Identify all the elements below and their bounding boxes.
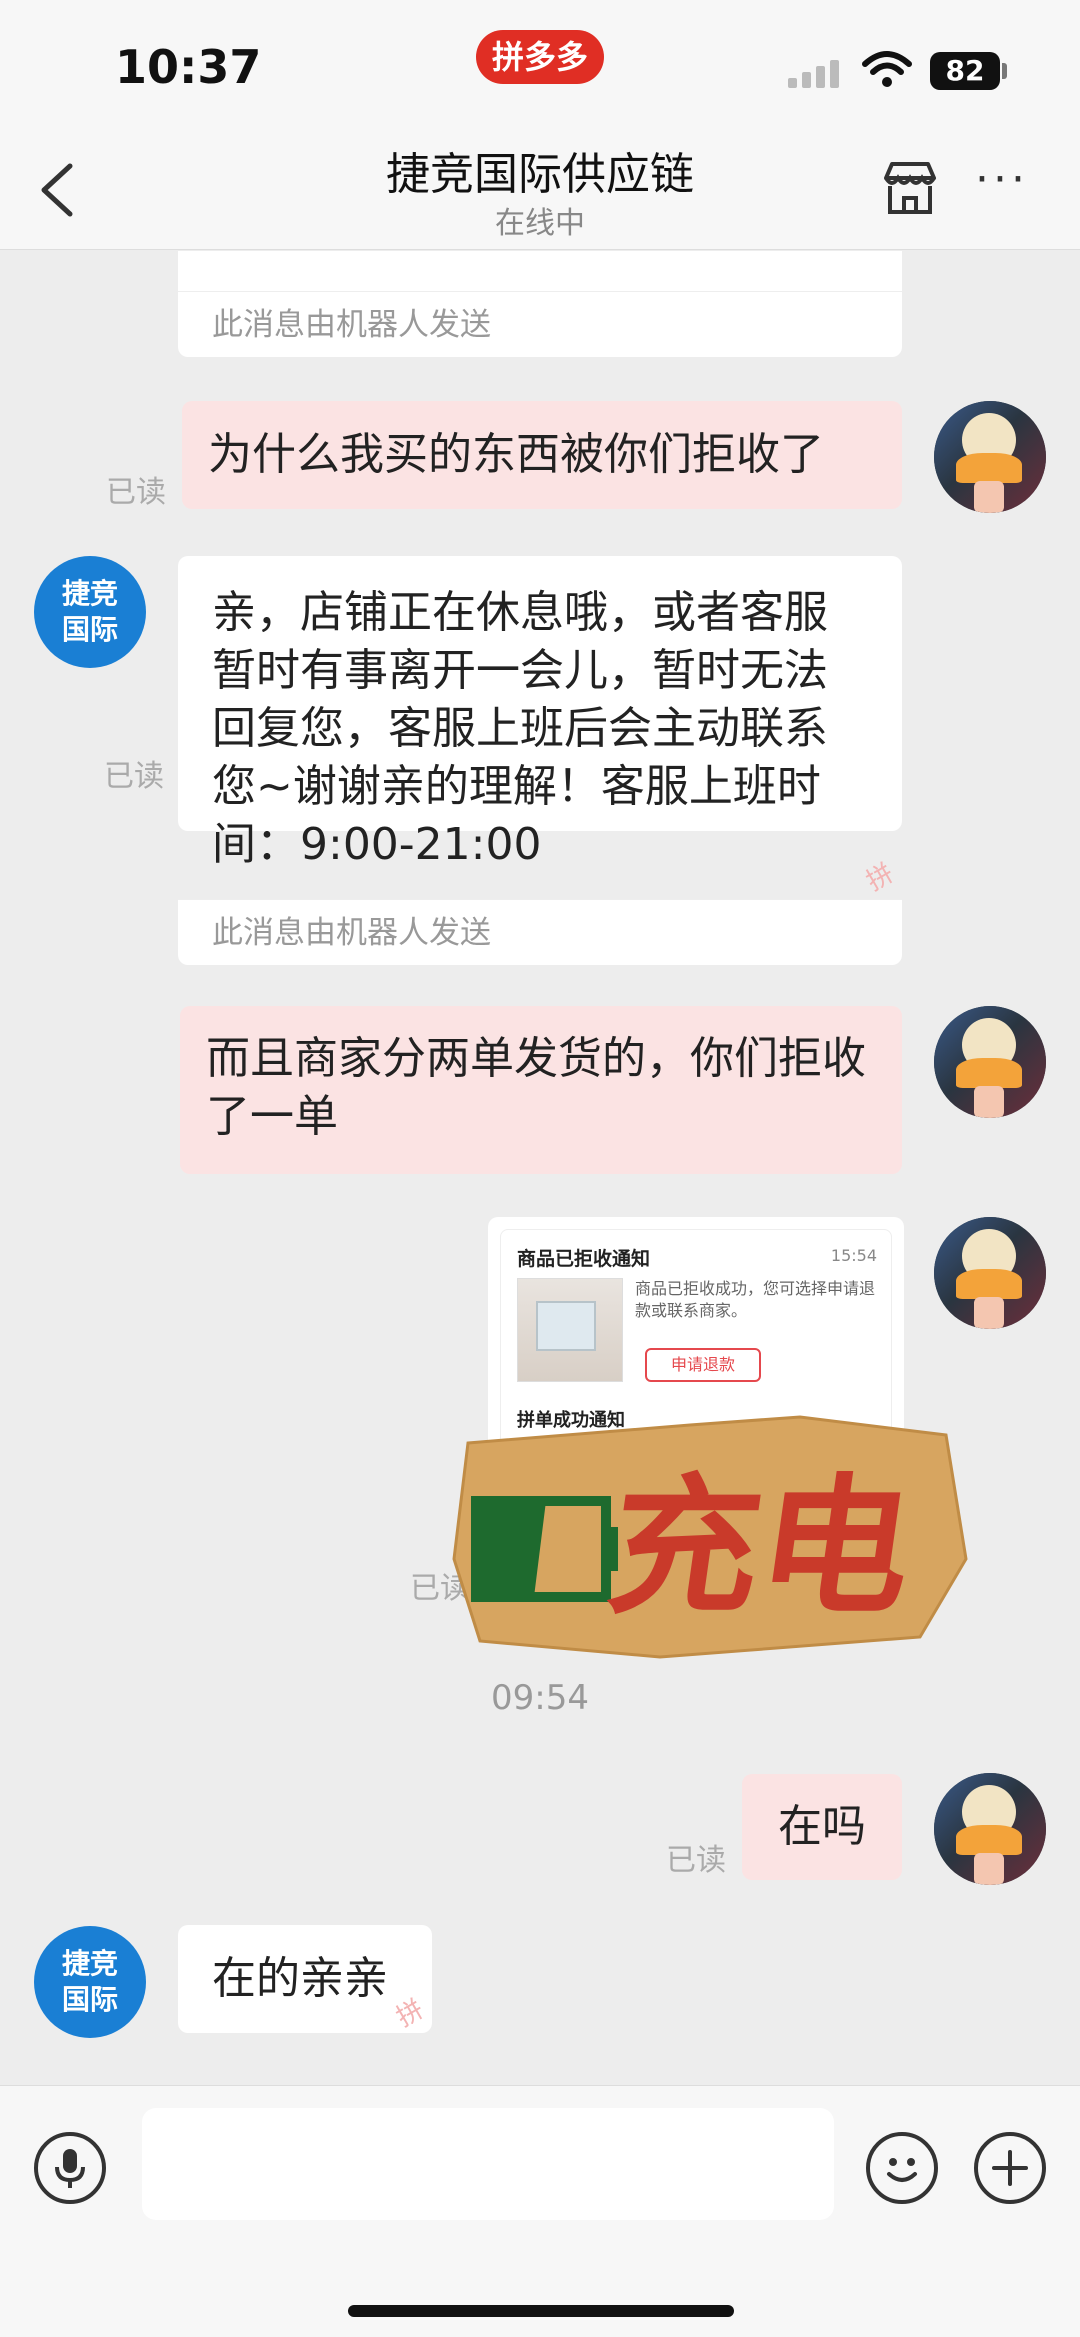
battery-icon: 82 (930, 52, 1000, 90)
message-user[interactable]: 在吗 (742, 1774, 902, 1880)
message-input[interactable] (142, 2108, 834, 2220)
bot-footer: 此消息由机器人发送 (178, 291, 902, 357)
status-bar: 10:37 拼多多 82 (0, 0, 1080, 130)
sticker-text: 充电 (598, 1460, 923, 1635)
card-time: 15:54 (830, 1246, 877, 1265)
user-avatar[interactable] (934, 1006, 1046, 1118)
message-bot-partial: 此消息由机器人发送 (178, 251, 902, 357)
user-avatar[interactable] (934, 401, 1046, 513)
charging-sticker[interactable]: 充电 (450, 1409, 970, 1669)
message-bot-text: 亲，店铺正在休息哦，或者客服暂时有事离开一会儿，暂时无法回复您，客服上班后会主动… (212, 587, 828, 870)
card-title: 商品已拒收通知 (517, 1248, 651, 1270)
battery-tip (1002, 63, 1007, 79)
shop-avatar[interactable]: 捷竞 国际 (34, 1926, 146, 2038)
read-receipt: 已读 (666, 1843, 726, 1878)
message-user[interactable]: 为什么我买的东西被你们拒收了 (182, 401, 902, 509)
status-time: 10:37 (115, 40, 262, 94)
chat-header: 捷竞国际供应链 在线中 ··· (0, 130, 1080, 250)
plus-icon[interactable] (974, 2132, 1046, 2204)
shop-avatar[interactable]: 捷竞 国际 (34, 556, 146, 668)
cellular-signal-icon (788, 56, 844, 88)
user-avatar[interactable] (934, 1773, 1046, 1885)
app-badge: 拼多多 (476, 30, 604, 84)
home-indicator[interactable] (348, 2305, 734, 2317)
refund-button[interactable]: 申请退款 (645, 1348, 761, 1382)
wifi-icon (862, 51, 912, 87)
message-user[interactable]: 而且商家分两单发货的，你们拒收了一单 (180, 1006, 902, 1174)
microphone-icon[interactable] (34, 2132, 106, 2204)
chat-area[interactable]: 此消息由机器人发送 已读 为什么我买的东西被你们拒收了 捷竞 国际 亲，店铺正在… (0, 251, 1080, 2085)
emoji-icon[interactable] (866, 2132, 938, 2204)
store-icon[interactable] (878, 156, 942, 220)
product-image (517, 1278, 623, 1382)
timestamp: 09:54 (491, 1678, 589, 1718)
more-icon[interactable]: ··· (975, 154, 1035, 205)
input-bar (0, 2085, 1080, 2337)
card-description: 商品已拒收成功，您可选择申请退款或联系商家。 (635, 1279, 876, 1320)
message-bot[interactable]: 亲，店铺正在休息哦，或者客服暂时有事离开一会儿，暂时无法回复您，客服上班后会主动… (178, 556, 902, 870)
bot-footer: 此消息由机器人发送 (178, 899, 902, 965)
user-avatar[interactable] (934, 1217, 1046, 1329)
read-receipt: 已读 (106, 475, 166, 510)
read-receipt: 已读 (104, 759, 164, 794)
message-bot[interactable]: 在的亲亲 (178, 1925, 432, 2033)
